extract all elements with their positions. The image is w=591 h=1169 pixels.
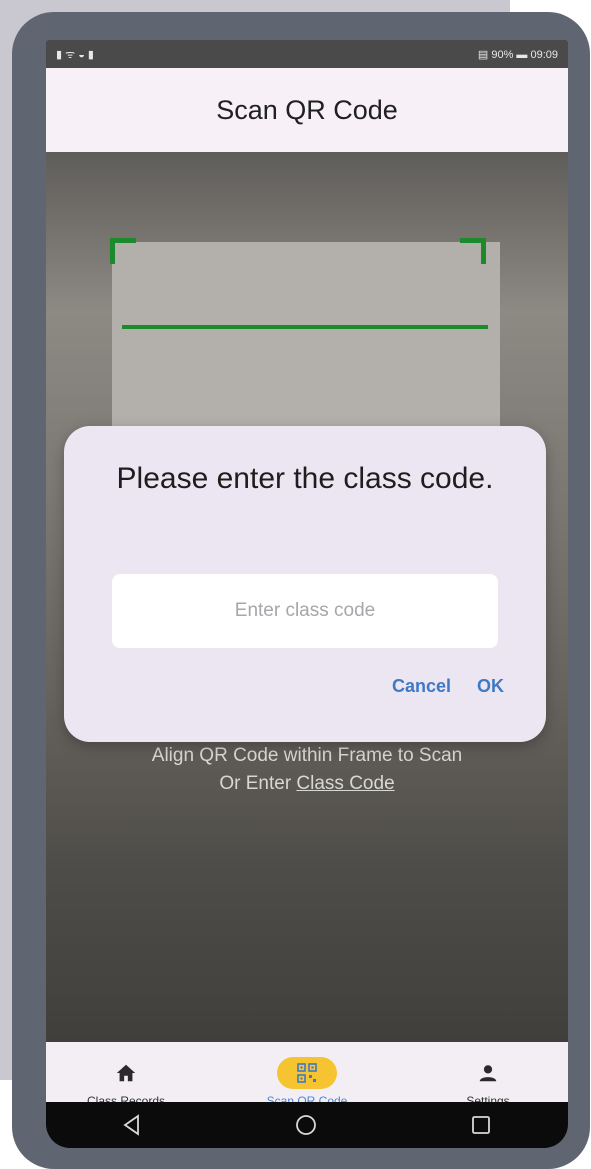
system-navigation-bar: [46, 1102, 568, 1148]
class-code-dialog: Please enter the class code. Cancel OK: [64, 426, 546, 742]
scan-target-area: [112, 242, 500, 442]
home-circle-icon[interactable]: [294, 1113, 318, 1137]
status-icons-left: ▮ ᯤ ◒ ▮: [56, 48, 94, 61]
page-title: Scan QR Code: [216, 94, 398, 125]
class-code-input[interactable]: [112, 574, 498, 648]
dialog-actions: Cancel OK: [392, 676, 504, 697]
recents-icon[interactable]: [470, 1114, 492, 1136]
scan-hint-prefix: Or Enter: [219, 773, 297, 794]
scan-hint-line2: Or Enter Class Code: [46, 770, 568, 798]
scan-hint-line1: Align QR Code within Frame to Scan: [151, 745, 463, 766]
back-icon[interactable]: [122, 1114, 142, 1136]
ok-button[interactable]: OK: [477, 676, 504, 697]
frame-corner-top-right: [460, 238, 486, 264]
class-code-link[interactable]: Class Code: [296, 773, 394, 794]
scan-line: [122, 325, 488, 329]
app-header: Scan QR Code: [46, 68, 568, 152]
dialog-title: Please enter the class code.: [116, 462, 494, 495]
status-bar: ▮ ᯤ ◒ ▮ ▤ 90% ▬ 09:09: [46, 40, 568, 68]
status-icons-right: ▤ 90% ▬ 09:09: [477, 48, 558, 61]
qr-code-icon: [277, 1057, 337, 1089]
class-code-field-wrapper: [112, 574, 498, 648]
person-icon: [477, 1058, 499, 1088]
home-icon: [115, 1058, 137, 1088]
scan-hint: Align QR Code within Frame to Scan Or En…: [46, 742, 568, 798]
frame-corner-top-left: [110, 238, 136, 264]
cancel-button[interactable]: Cancel: [392, 676, 451, 697]
